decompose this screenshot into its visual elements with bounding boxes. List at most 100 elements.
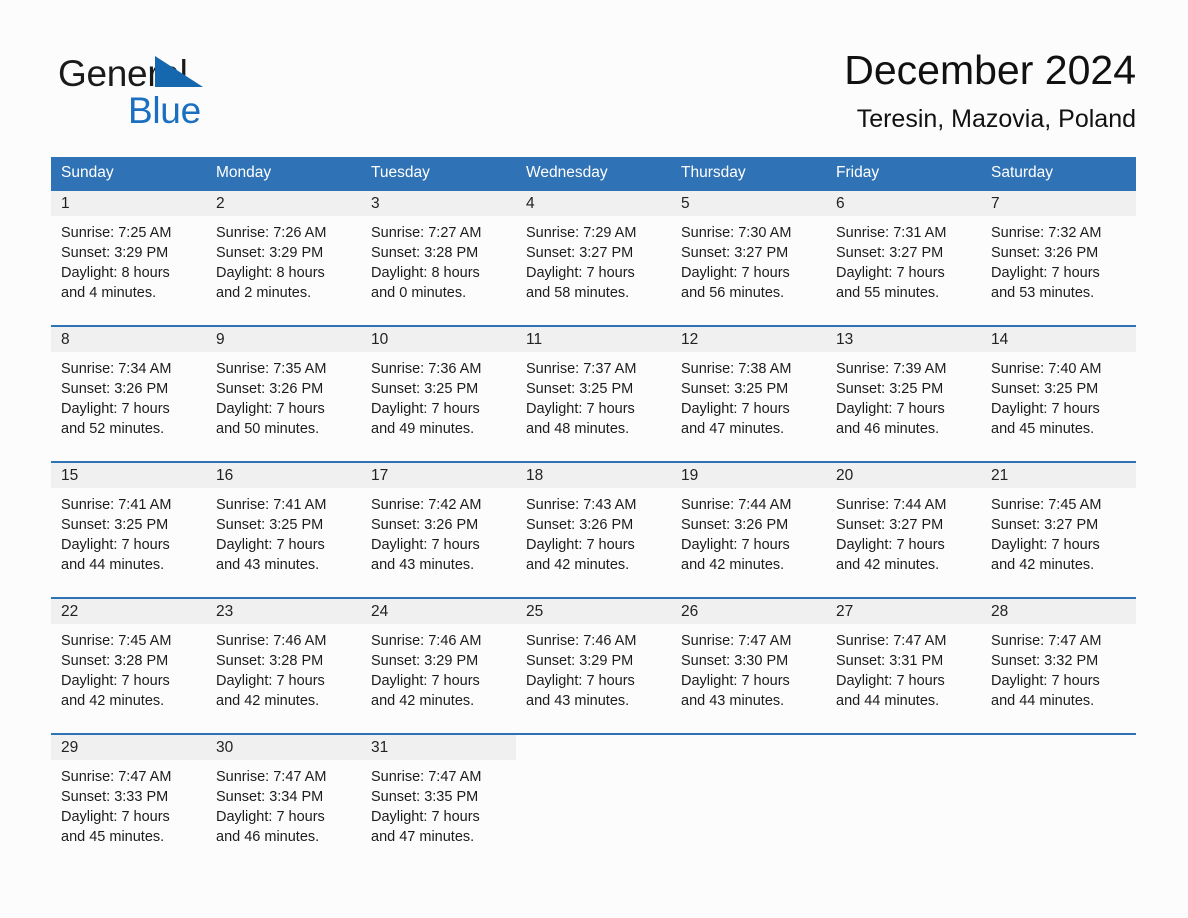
- day-cell[interactable]: Sunrise: 7:44 AM Sunset: 3:27 PM Daylight:…: [826, 488, 981, 585]
- generalblue-logo[interactable]: General Blue: [58, 54, 318, 134]
- day-number-empty: [671, 735, 826, 760]
- day-number[interactable]: 2: [206, 191, 361, 216]
- day-cell[interactable]: Sunrise: 7:47 AM Sunset: 3:34 PM Daylight:…: [206, 760, 361, 857]
- day-cell[interactable]: Sunrise: 7:43 AM Sunset: 3:26 PM Daylight:…: [516, 488, 671, 585]
- day-cell[interactable]: Sunrise: 7:36 AM Sunset: 3:25 PM Daylight:…: [361, 352, 516, 449]
- day-daylight1-text: Daylight: 7 hours: [991, 537, 1100, 553]
- day-sunrise-text: Sunrise: 7:39 AM: [836, 361, 947, 377]
- day-sunset-text: Sunset: 3:30 PM: [681, 653, 789, 669]
- day-number[interactable]: 7: [981, 191, 1136, 216]
- day-number[interactable]: 1: [51, 191, 206, 216]
- day-sunset-text: Sunset: 3:26 PM: [526, 517, 634, 533]
- day-cell[interactable]: Sunrise: 7:34 AM Sunset: 3:26 PM Daylight:…: [51, 352, 206, 449]
- day-sunrise-text: Sunrise: 7:47 AM: [371, 769, 482, 785]
- day-cell[interactable]: Sunrise: 7:44 AM Sunset: 3:26 PM Daylight:…: [671, 488, 826, 585]
- day-cell[interactable]: Sunrise: 7:26 AM Sunset: 3:29 PM Daylight:…: [206, 216, 361, 313]
- day-number[interactable]: 9: [206, 327, 361, 352]
- day-number[interactable]: 14: [981, 327, 1136, 352]
- day-sunrise-text: Sunrise: 7:46 AM: [216, 633, 327, 649]
- week-row: 15 16 17 18 19 20 21 Sunrise: 7:41 AM Sunset: 3:…: [51, 461, 1136, 585]
- day-number[interactable]: 13: [826, 327, 981, 352]
- day-number[interactable]: 16: [206, 463, 361, 488]
- day-number[interactable]: 29: [51, 735, 206, 760]
- day-cell[interactable]: Sunrise: 7:40 AM Sunset: 3:25 PM Daylight:…: [981, 352, 1136, 449]
- day-number[interactable]: 26: [671, 599, 826, 624]
- day-daylight1-text: Daylight: 7 hours: [371, 809, 480, 825]
- calendar-grid: Sunday Monday Tuesday Wednesday Thursday Frid…: [51, 157, 1136, 857]
- day-sunrise-text: Sunrise: 7:38 AM: [681, 361, 792, 377]
- day-cell[interactable]: Sunrise: 7:47 AM Sunset: 3:32 PM Daylight:…: [981, 624, 1136, 721]
- page-title: December 2024: [844, 47, 1136, 93]
- day-cell[interactable]: Sunrise: 7:29 AM Sunset: 3:27 PM Daylight:…: [516, 216, 671, 313]
- day-cell[interactable]: Sunrise: 7:46 AM Sunset: 3:29 PM Daylight:…: [516, 624, 671, 721]
- day-daylight2-text: and 42 minutes.: [836, 557, 940, 573]
- day-cell[interactable]: Sunrise: 7:25 AM Sunset: 3:29 PM Daylight:…: [51, 216, 206, 313]
- day-number[interactable]: 5: [671, 191, 826, 216]
- day-number[interactable]: 12: [671, 327, 826, 352]
- day-cell[interactable]: Sunrise: 7:38 AM Sunset: 3:25 PM Daylight:…: [671, 352, 826, 449]
- day-cell[interactable]: Sunrise: 7:31 AM Sunset: 3:27 PM Daylight:…: [826, 216, 981, 313]
- day-cell[interactable]: Sunrise: 7:41 AM Sunset: 3:25 PM Daylight:…: [206, 488, 361, 585]
- day-number[interactable]: 4: [516, 191, 671, 216]
- day-daylight2-text: and 43 minutes.: [216, 557, 320, 573]
- day-number[interactable]: 27: [826, 599, 981, 624]
- day-daylight2-text: and 47 minutes.: [681, 421, 785, 437]
- day-cell[interactable]: Sunrise: 7:30 AM Sunset: 3:27 PM Daylight:…: [671, 216, 826, 313]
- day-number[interactable]: 31: [361, 735, 516, 760]
- week-row: 1 2 3 4 5 6 7 Sunrise: 7:25 AM Sunset: 3:29 PM Da…: [51, 189, 1136, 313]
- day-number[interactable]: 3: [361, 191, 516, 216]
- day-daylight1-text: Daylight: 8 hours: [61, 265, 170, 281]
- day-sunrise-text: Sunrise: 7:34 AM: [61, 361, 172, 377]
- day-sunset-text: Sunset: 3:27 PM: [681, 245, 789, 261]
- day-sunset-text: Sunset: 3:33 PM: [61, 789, 169, 805]
- day-number[interactable]: 23: [206, 599, 361, 624]
- day-number[interactable]: 22: [51, 599, 206, 624]
- day-number[interactable]: 30: [206, 735, 361, 760]
- day-cell[interactable]: Sunrise: 7:39 AM Sunset: 3:25 PM Daylight:…: [826, 352, 981, 449]
- day-cell[interactable]: Sunrise: 7:32 AM Sunset: 3:26 PM Daylight:…: [981, 216, 1136, 313]
- day-number-row: 1234567: [51, 191, 1136, 216]
- week-row: 8 9 10 11 12 13 14 Sunrise: 7:34 AM Sunset: 3:26…: [51, 325, 1136, 449]
- day-cell[interactable]: Sunrise: 7:45 AM Sunset: 3:27 PM Daylight:…: [981, 488, 1136, 585]
- day-cell[interactable]: Sunrise: 7:37 AM Sunset: 3:25 PM Daylight:…: [516, 352, 671, 449]
- day-number[interactable]: 25: [516, 599, 671, 624]
- day-number[interactable]: 24: [361, 599, 516, 624]
- day-cell[interactable]: Sunrise: 7:47 AM Sunset: 3:31 PM Daylight:…: [826, 624, 981, 721]
- day-cell[interactable]: Sunrise: 7:41 AM Sunset: 3:25 PM Daylight:…: [51, 488, 206, 585]
- calendar-page: General Blue December 2024 Teresin, Mazo…: [0, 0, 1188, 918]
- day-cell-empty: [516, 760, 671, 857]
- day-cell[interactable]: Sunrise: 7:47 AM Sunset: 3:33 PM Daylight:…: [51, 760, 206, 857]
- day-cell[interactable]: Sunrise: 7:47 AM Sunset: 3:35 PM Daylight:…: [361, 760, 516, 857]
- day-sunset-text: Sunset: 3:34 PM: [216, 789, 324, 805]
- day-number[interactable]: 8: [51, 327, 206, 352]
- day-sunrise-text: Sunrise: 7:47 AM: [216, 769, 327, 785]
- day-cell[interactable]: Sunrise: 7:47 AM Sunset: 3:30 PM Daylight:…: [671, 624, 826, 721]
- day-daylight2-text: and 55 minutes.: [836, 285, 940, 301]
- day-daylight1-text: Daylight: 7 hours: [371, 537, 480, 553]
- day-daylight2-text: and 52 minutes.: [61, 421, 165, 437]
- day-cell-empty: [981, 760, 1136, 857]
- day-cell[interactable]: Sunrise: 7:42 AM Sunset: 3:26 PM Daylight:…: [361, 488, 516, 585]
- day-number[interactable]: 18: [516, 463, 671, 488]
- day-sunrise-text: Sunrise: 7:27 AM: [371, 225, 482, 241]
- day-cell[interactable]: Sunrise: 7:46 AM Sunset: 3:28 PM Daylight:…: [206, 624, 361, 721]
- day-sunrise-text: Sunrise: 7:44 AM: [681, 497, 792, 513]
- day-cell[interactable]: Sunrise: 7:46 AM Sunset: 3:29 PM Daylight:…: [361, 624, 516, 721]
- day-cell[interactable]: Sunrise: 7:45 AM Sunset: 3:28 PM Daylight:…: [51, 624, 206, 721]
- day-sunset-text: Sunset: 3:26 PM: [371, 517, 479, 533]
- day-number[interactable]: 20: [826, 463, 981, 488]
- day-number[interactable]: 6: [826, 191, 981, 216]
- day-number[interactable]: 17: [361, 463, 516, 488]
- day-sunset-text: Sunset: 3:31 PM: [836, 653, 944, 669]
- day-number[interactable]: 19: [671, 463, 826, 488]
- day-sunset-text: Sunset: 3:26 PM: [991, 245, 1099, 261]
- day-number[interactable]: 11: [516, 327, 671, 352]
- day-number[interactable]: 15: [51, 463, 206, 488]
- day-daylight1-text: Daylight: 7 hours: [526, 401, 635, 417]
- day-cell[interactable]: Sunrise: 7:35 AM Sunset: 3:26 PM Daylight:…: [206, 352, 361, 449]
- day-cell[interactable]: Sunrise: 7:27 AM Sunset: 3:28 PM Daylight:…: [361, 216, 516, 313]
- weekday-header-saturday: Saturday: [991, 164, 1054, 181]
- day-number[interactable]: 21: [981, 463, 1136, 488]
- day-number[interactable]: 10: [361, 327, 516, 352]
- day-number[interactable]: 28: [981, 599, 1136, 624]
